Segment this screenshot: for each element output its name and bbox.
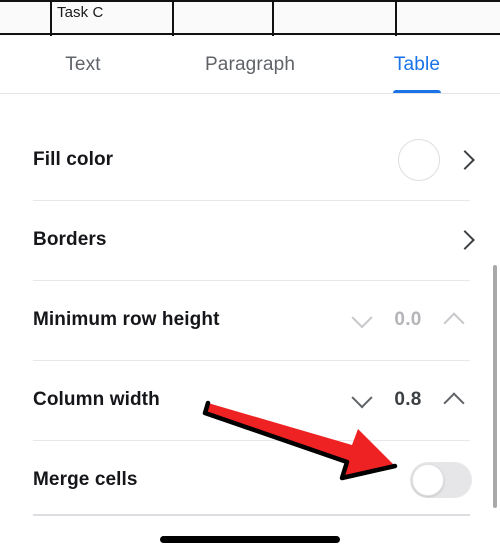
chevron-down-icon[interactable] (342, 380, 382, 420)
tab-table[interactable]: Table (365, 36, 469, 94)
chevron-up-icon[interactable] (434, 380, 474, 420)
table-gridline-bottom (0, 33, 500, 35)
tab-paragraph[interactable]: Paragraph (163, 36, 337, 94)
fill-color-swatch[interactable] (398, 139, 440, 181)
row-merge-cells-label: Merge cells (33, 469, 138, 490)
home-indicator (160, 536, 340, 543)
row-borders-label: Borders (33, 229, 107, 250)
table-gridline-top (0, 0, 500, 2)
tab-text-label: Text (65, 54, 101, 75)
table-settings-list: Fill color Borders Minimum row height 0.… (0, 94, 500, 511)
minimum-row-height-value: 0.0 (394, 309, 422, 330)
row-fill-color[interactable]: Fill color (0, 120, 500, 200)
table-gridline-vertical (272, 0, 274, 36)
chevron-right-icon (455, 150, 475, 170)
column-width-stepper[interactable]: 0.8 (342, 380, 474, 420)
chevron-down-icon[interactable] (342, 300, 382, 340)
panel-bottom-divider (33, 514, 470, 516)
document-table-fragment: Task C (0, 0, 500, 36)
table-format-panel-screen: Task C Text Paragraph Table Fill color B… (0, 0, 500, 557)
table-cell-text[interactable]: Task C (57, 4, 103, 21)
table-gridline-vertical (172, 0, 174, 36)
chevron-right-icon (455, 230, 475, 250)
row-fill-color-label: Fill color (33, 149, 114, 170)
chevron-up-icon[interactable] (434, 300, 474, 340)
minimum-row-height-stepper[interactable]: 0.0 (342, 300, 474, 340)
row-minimum-row-height-label: Minimum row height (33, 309, 220, 330)
row-merge-cells: Merge cells (0, 440, 500, 520)
column-width-value: 0.8 (394, 389, 422, 410)
vertical-scrollbar[interactable] (493, 265, 497, 508)
table-gridline-vertical (50, 0, 52, 36)
format-tab-bar: Text Paragraph Table (0, 36, 500, 94)
row-column-width: Column width 0.8 (0, 360, 500, 440)
tab-table-label: Table (393, 54, 441, 75)
tab-paragraph-label: Paragraph (204, 54, 296, 75)
merge-cells-toggle[interactable] (410, 462, 472, 498)
toggle-knob (412, 464, 444, 496)
tab-text[interactable]: Text (23, 36, 143, 94)
table-gridline-vertical (395, 0, 397, 36)
row-column-width-label: Column width (33, 389, 160, 410)
row-minimum-row-height: Minimum row height 0.0 (0, 280, 500, 360)
row-borders[interactable]: Borders (0, 200, 500, 280)
